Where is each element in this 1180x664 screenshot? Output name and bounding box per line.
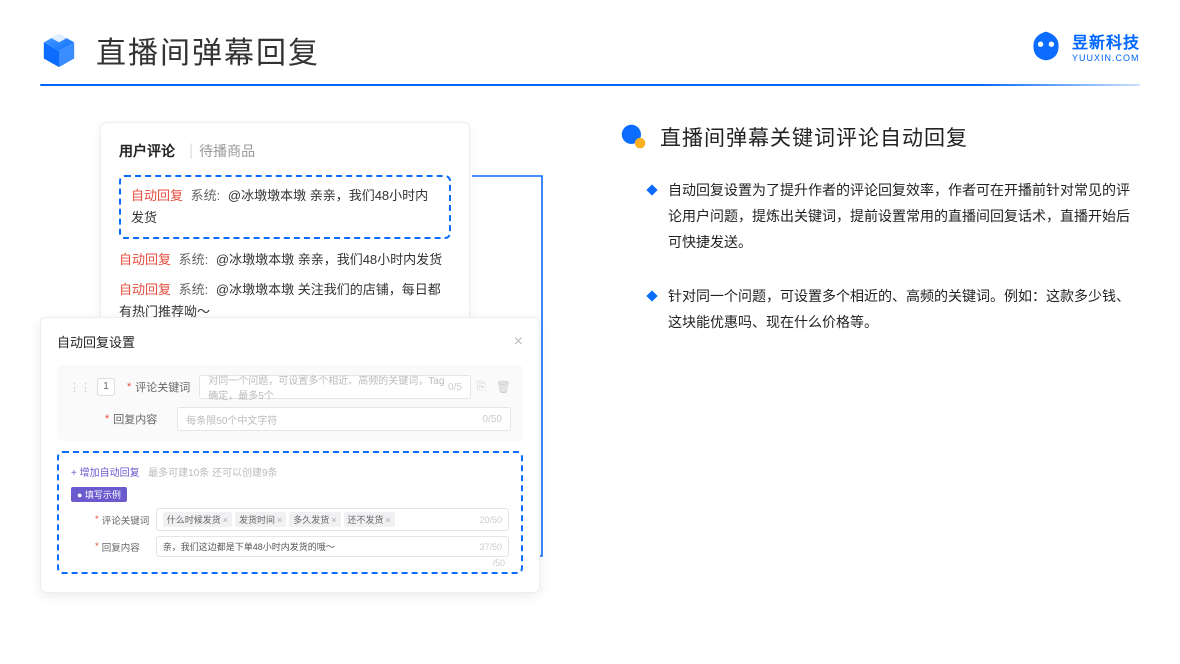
trash-icon[interactable]: 🗑: [496, 380, 511, 394]
brand-icon: [1028, 28, 1064, 64]
settings-modal: 自动回复设置 × ⋮⋮ 1 * 评论关键词 对同一个问题，可设置多个相近、高频的…: [40, 317, 540, 593]
page-header: 直播间弹幕回复 昱新科技 YUUXIN.COM: [0, 0, 1180, 84]
content-placeholder: 每条限50个中文字符: [186, 412, 277, 427]
brand-logo: 昱新科技 YUUXIN.COM: [1028, 28, 1140, 64]
copy-icon[interactable]: ⎘: [477, 381, 486, 394]
page-title: 直播间弹幕回复: [96, 28, 320, 72]
system-tag: 系统:: [179, 282, 209, 297]
bullet-text: 自动回复设置为了提升作者的评论回复效率，作者可在开播前针对常见的评论用户问题，提…: [668, 178, 1140, 256]
ex-keyword-box: 什么时候发货 发货时间 多久发货 还不发货 20/50: [156, 508, 509, 531]
content-label: 回复内容: [113, 411, 171, 427]
system-tag: 系统:: [179, 252, 209, 267]
comment-line: 自动回复 系统: @冰墩墩本墩 亲亲，我们48小时内发货: [131, 185, 439, 229]
ex-content-label: 回复内容: [102, 540, 152, 554]
brand-name-en: YUUXIN.COM: [1072, 53, 1140, 63]
system-tag: 系统:: [191, 188, 221, 203]
tab-separator: |: [189, 142, 193, 160]
comment-text: @冰墩墩本墩 亲亲，我们48小时内发货: [216, 252, 442, 267]
example-badge: ● 填写示例: [71, 487, 127, 502]
required-mark: *: [95, 514, 99, 525]
description-column: 直播间弹幕关键词评论自动回复 自动回复设置为了提升作者的评论回复效率，作者可在开…: [520, 122, 1140, 363]
comment-line: 自动回复 系统: @冰墩墩本墩 亲亲，我们48小时内发货: [119, 249, 451, 271]
tab-user-comments[interactable]: 用户评论: [119, 141, 175, 161]
content-input[interactable]: 每条限50个中文字符 0/50: [177, 407, 511, 431]
keyword-input[interactable]: 对同一个问题，可设置多个相近、高频的关键词，Tag确定，最多5个 0/5: [199, 375, 471, 399]
bullet-text: 针对同一个问题，可设置多个相近的、高频的关键词。例如：这款多少钱、这块能优惠吗、…: [668, 284, 1140, 336]
auto-reply-tag: 自动回复: [119, 282, 171, 297]
auto-reply-tag: 自动回复: [119, 252, 171, 267]
highlighted-comment: 自动回复 系统: @冰墩墩本墩 亲亲，我们48小时内发货: [119, 175, 451, 239]
keyword-tag[interactable]: 什么时候发货: [163, 512, 232, 527]
content-counter: 0/50: [483, 414, 502, 425]
chat-bubble-icon: [620, 123, 648, 151]
diamond-bullet-icon: [646, 184, 657, 195]
close-icon[interactable]: ×: [514, 333, 523, 351]
outer-counter: /50: [492, 558, 505, 568]
brand-name-cn: 昱新科技: [1072, 29, 1140, 53]
add-rule-hint: 最多可建10条 还可以创建9条: [148, 468, 277, 479]
screenshot-column: 用户评论 | 待播商品 自动回复 系统: @冰墩墩本墩 亲亲，我们48小时内发货…: [40, 122, 520, 363]
cube-icon: [40, 31, 78, 69]
rule-number: 1: [97, 378, 115, 396]
drag-handle-icon[interactable]: ⋮⋮: [69, 381, 91, 394]
section-title: 直播间弹幕关键词评论自动回复: [660, 122, 968, 152]
required-mark: *: [95, 541, 99, 552]
ex-keyword-counter: 20/50: [479, 515, 502, 525]
ex-content-value: 亲，我们这边都是下单48小时内发货的哦～: [163, 540, 335, 553]
keyword-label: 评论关键词: [135, 379, 193, 395]
tab-pending-goods[interactable]: 待播商品: [199, 141, 255, 161]
keyword-tag[interactable]: 多久发货: [289, 512, 340, 527]
keyword-tag[interactable]: 发货时间: [235, 512, 286, 527]
comment-panel: 用户评论 | 待播商品 自动回复 系统: @冰墩墩本墩 亲亲，我们48小时内发货…: [100, 122, 470, 346]
comment-tabs: 用户评论 | 待播商品: [119, 141, 451, 161]
keyword-tag[interactable]: 还不发货: [344, 512, 395, 527]
ex-keyword-label: 评论关键词: [102, 513, 152, 527]
bullet-item: 自动回复设置为了提升作者的评论回复效率，作者可在开播前针对常见的评论用户问题，提…: [620, 178, 1140, 256]
ex-content-counter: 37/50: [479, 542, 502, 552]
ex-content-box: 亲，我们这边都是下单48小时内发货的哦～ 37/50: [156, 536, 509, 557]
example-highlight: + 增加自动回复 最多可建10条 还可以创建9条 ● 填写示例 * 评论关键词 …: [57, 451, 523, 574]
bullet-item: 针对同一个问题，可设置多个相近的、高频的关键词。例如：这款多少钱、这块能优惠吗、…: [620, 284, 1140, 336]
keyword-placeholder: 对同一个问题，可设置多个相近、高频的关键词，Tag确定，最多5个: [208, 372, 448, 402]
modal-title: 自动回复设置: [57, 332, 135, 351]
diamond-bullet-icon: [646, 290, 657, 301]
rule-card: ⋮⋮ 1 * 评论关键词 对同一个问题，可设置多个相近、高频的关键词，Tag确定…: [57, 365, 523, 441]
add-rule-link[interactable]: + 增加自动回复: [71, 464, 140, 479]
section-header: 直播间弹幕关键词评论自动回复: [620, 122, 1140, 152]
required-mark: *: [127, 381, 131, 393]
required-mark: *: [105, 413, 109, 425]
auto-reply-tag: 自动回复: [131, 188, 183, 203]
keyword-counter: 0/5: [448, 382, 462, 393]
